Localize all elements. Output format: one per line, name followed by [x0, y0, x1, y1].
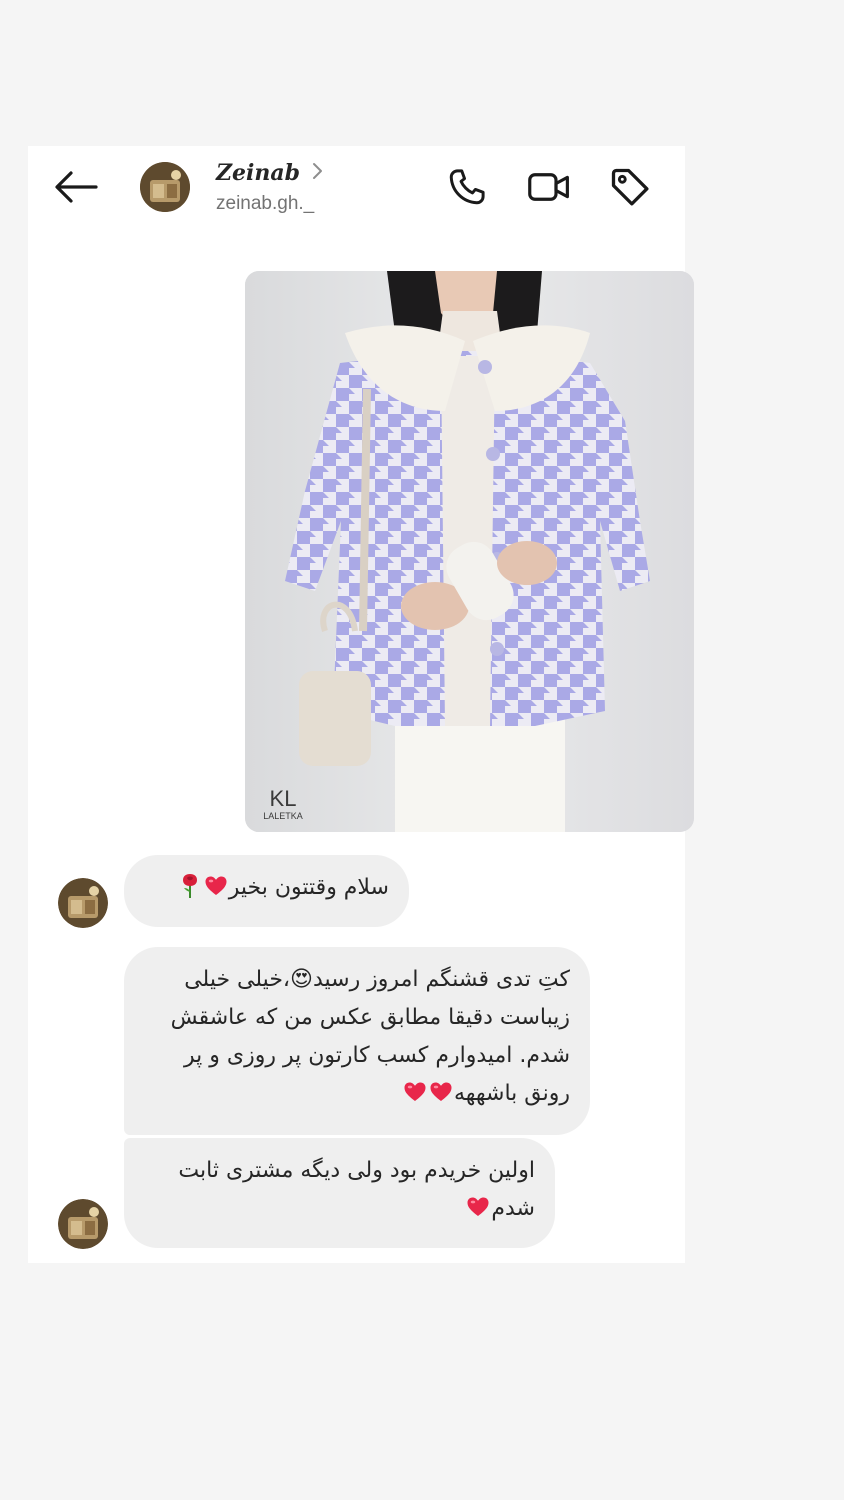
- tag-icon: [611, 168, 649, 206]
- message-bubble[interactable]: اولین خریدم بود ولی دیگه مشتری ثابت شدم: [124, 1138, 555, 1248]
- heart-emoji-icon: [205, 876, 227, 895]
- message-text: سلام وقتتون بخیر: [228, 875, 389, 900]
- contact-username: zeinab.gh._: [216, 193, 315, 214]
- video-call-button[interactable]: [526, 164, 572, 210]
- jacket-photo-image: KL LALETKA: [245, 271, 694, 832]
- message-bubble[interactable]: سلام وقتتون بخیر: [124, 855, 409, 927]
- message-bubble[interactable]: کتِ تدی قشنگم امروز رسید😍،خیلی خیلی زیبا…: [124, 947, 590, 1135]
- heart-emoji-icon: [430, 1082, 452, 1101]
- phone-icon: [449, 169, 485, 205]
- arrow-left-icon: [55, 171, 98, 203]
- brand-mark-text: KL: [270, 786, 297, 811]
- heart-emoji-icon: [467, 1197, 489, 1216]
- contact-avatar[interactable]: [140, 162, 190, 212]
- voice-call-button[interactable]: [444, 164, 490, 210]
- message-text: کتِ تدی قشنگم امروز رسید😍،خیلی خیلی زیبا…: [170, 967, 570, 1106]
- chevron-right-icon: [312, 162, 324, 185]
- contact-name-text: Zeinab: [216, 160, 301, 186]
- back-button[interactable]: [52, 166, 100, 208]
- video-camera-icon: [528, 173, 569, 201]
- shared-product-photo[interactable]: KL LALETKA: [245, 271, 694, 832]
- tag-button[interactable]: [607, 164, 653, 210]
- sender-avatar[interactable]: [58, 878, 108, 928]
- heart-emoji-icon: [404, 1082, 426, 1101]
- contact-name[interactable]: Zeinab: [216, 160, 324, 186]
- sender-avatar[interactable]: [58, 1199, 108, 1249]
- brand-name-text: LALETKA: [263, 811, 303, 821]
- rose-emoji-icon: [182, 874, 197, 898]
